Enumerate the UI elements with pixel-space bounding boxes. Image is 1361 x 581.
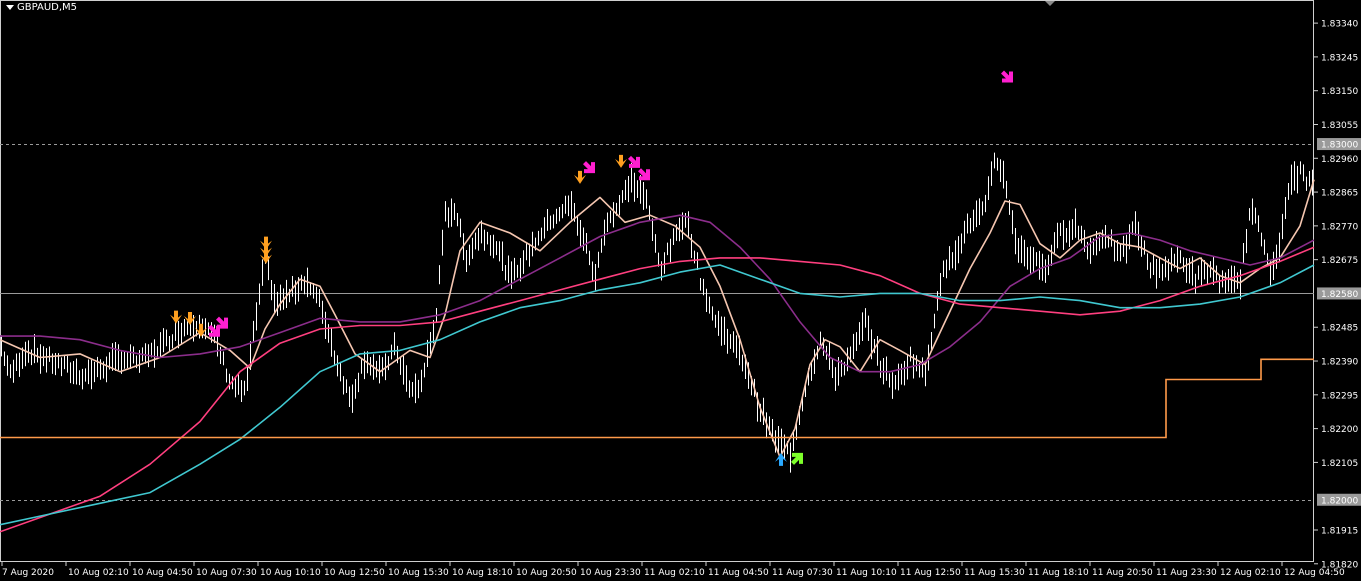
- price-tick-label: 1.83150: [1321, 87, 1358, 97]
- time-tick-label: 11 Aug 02:10: [644, 568, 705, 578]
- time-tick-label: 10 Aug 04:50: [132, 568, 193, 578]
- time-tick-label: 12 Aug 04:50: [1284, 568, 1345, 578]
- symbol-header[interactable]: GBPAUD,M5: [6, 2, 77, 13]
- sell-arrow-icon: [260, 250, 272, 264]
- price-tick-label: 1.81915: [1321, 526, 1358, 536]
- pink-ma-line: [0, 246, 1315, 533]
- sell-arrow-icon: [216, 316, 228, 329]
- arrow-shape: [638, 168, 650, 181]
- time-tick-label: 10 Aug 12:50: [324, 568, 385, 578]
- time-tick-label: 11 Aug 12:50: [900, 568, 961, 578]
- time-tick-label: 11 Aug 15:30: [964, 568, 1025, 578]
- price-tick-label: 1.83245: [1321, 53, 1358, 63]
- price-label-text: 1.82000: [1321, 496, 1358, 506]
- sell-arrow-icon: [628, 155, 640, 168]
- moving-averages: [0, 179, 1315, 533]
- price-tick-label: 1.82200: [1321, 425, 1358, 435]
- price-tick-label: 1.82960: [1321, 155, 1358, 165]
- buy-arrow-icon: [791, 452, 803, 465]
- price-tick-label: 1.82675: [1321, 256, 1358, 266]
- sell-arrow-icon: [170, 310, 182, 324]
- symbol-label: GBPAUD,M5: [17, 2, 78, 13]
- time-tick-label: 10 Aug 02:10: [68, 568, 129, 578]
- time-tick-label: 11 Aug 23:30: [1156, 568, 1217, 578]
- time-tick-label: 11 Aug 10:10: [836, 568, 897, 578]
- time-tick-label: 10 Aug 15:30: [388, 568, 449, 578]
- arrow-shape: [628, 155, 640, 168]
- time-axis: 7 Aug 2020 10 Aug 02:10 10 Aug 04:50 10 Aug…: [1, 562, 1345, 578]
- time-tick-label: 11 Aug 07:30: [772, 568, 833, 578]
- arrow-shape: [184, 312, 196, 326]
- time-tick-label: 10 Aug 07:30: [196, 568, 257, 578]
- price-tick-label: 1.83055: [1321, 121, 1358, 131]
- price-tick-label: 1.82770: [1321, 222, 1358, 232]
- time-tick-label: 11 Aug 18:10: [1028, 568, 1089, 578]
- time-tick-label: 7 Aug 2020: [2, 568, 54, 578]
- stop-step-line: [0, 358, 1314, 439]
- trailing-stop-line: [0, 358, 1314, 439]
- price-tick-label: 1.83340: [1321, 20, 1358, 30]
- time-tick-label: 10 Aug 10:10: [260, 568, 321, 578]
- price-axis: 1.83340 1.83245 1.83150 1.83055 1.82960 1.828…: [1314, 20, 1361, 570]
- arrow-shape: [791, 452, 803, 465]
- arrow-shape: [216, 316, 228, 329]
- price-bars: [1, 152, 1313, 473]
- time-tick-label: 11 Aug 20:50: [1092, 568, 1153, 578]
- arrow-shape: [260, 250, 272, 264]
- price-tick-label: 1.82485: [1321, 324, 1358, 334]
- chevron-down-icon[interactable]: [6, 5, 14, 10]
- sell-arrow-icon: [583, 161, 595, 174]
- price-tick-label: 1.82105: [1321, 459, 1358, 469]
- arrow-shape: [615, 154, 627, 168]
- buy-arrow-icon: [775, 452, 787, 466]
- price-tick-label: 1.82390: [1321, 358, 1358, 368]
- sell-arrow-icon: [638, 168, 650, 181]
- time-tick-label: 11 Aug 04:50: [708, 568, 769, 578]
- cyan-ma-line: [0, 264, 1315, 526]
- price-tick-label: 1.82295: [1321, 391, 1358, 401]
- chart-shift-marker[interactable]: [1045, 1, 1055, 6]
- sell-arrow-icon: [1001, 70, 1013, 83]
- price-tick-label: 1.82865: [1321, 189, 1358, 199]
- time-tick-label: 10 Aug 18:10: [452, 568, 513, 578]
- price-levels: [0, 144, 1314, 501]
- time-tick-label: 10 Aug 23:30: [580, 568, 641, 578]
- price-label-text: 1.83000: [1321, 141, 1358, 151]
- time-tick-label: 10 Aug 20:50: [516, 568, 577, 578]
- sell-arrow-icon: [184, 312, 196, 326]
- arrow-shape: [775, 452, 787, 466]
- time-tick-label: 12 Aug 02:10: [1220, 568, 1281, 578]
- arrow-shape: [170, 310, 182, 324]
- fast-ma-line: [0, 179, 1315, 458]
- sell-arrow-icon: [615, 154, 627, 168]
- signal-arrows: [170, 70, 1013, 466]
- price-chart[interactable]: 1.83340 1.83245 1.83150 1.83055 1.82960 1.828…: [0, 0, 1361, 581]
- price-label-text: 1.82580: [1321, 290, 1358, 300]
- arrow-shape: [1001, 70, 1013, 83]
- arrow-shape: [583, 161, 595, 174]
